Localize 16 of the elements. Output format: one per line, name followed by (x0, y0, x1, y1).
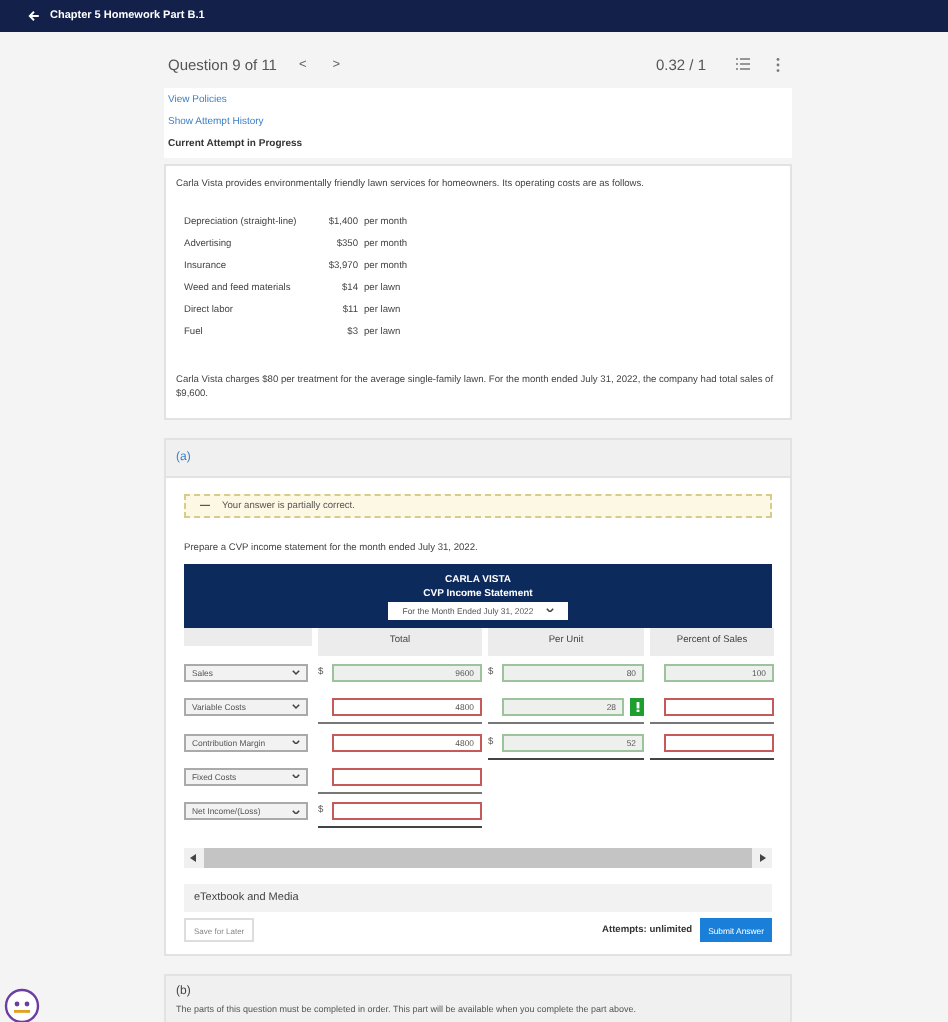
caret-icon (545, 607, 554, 613)
caret-icon (292, 704, 300, 710)
amount-input[interactable] (332, 802, 482, 821)
chat-widget-icon[interactable] (4, 988, 40, 1022)
caret-icon (292, 670, 300, 676)
scroll-right-icon[interactable] (760, 854, 766, 863)
amount-input[interactable] (664, 698, 774, 717)
caret-icon (292, 739, 300, 745)
scroll-left-icon[interactable] (190, 854, 196, 863)
amount-input[interactable] (664, 733, 774, 752)
caret-icon (292, 809, 300, 814)
alert-icon[interactable] (630, 698, 644, 717)
caret-icon (292, 773, 300, 779)
back-arrow-icon[interactable] (28, 10, 40, 22)
list-icon[interactable] (736, 58, 750, 70)
amount-input[interactable] (332, 767, 482, 786)
